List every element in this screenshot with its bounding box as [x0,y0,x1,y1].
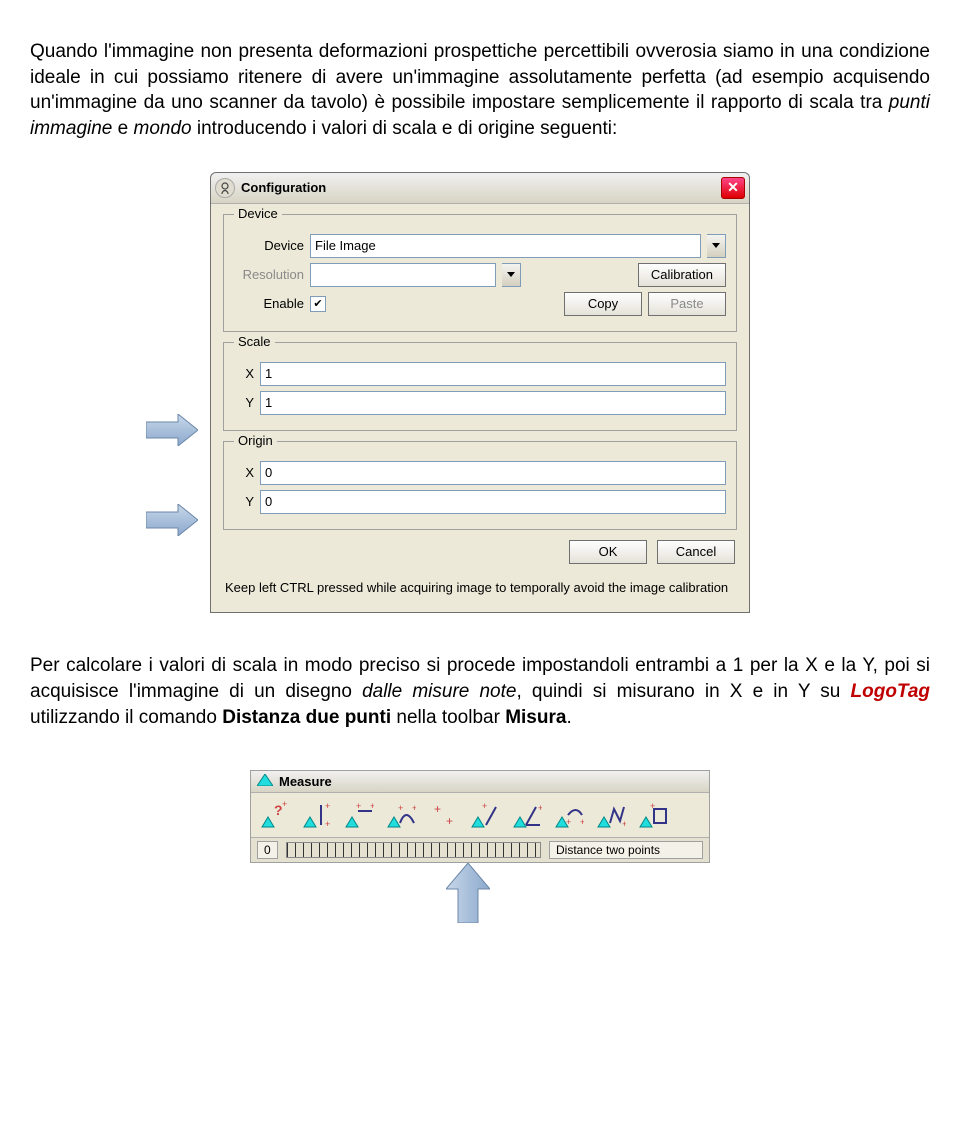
measure-horizontal-icon[interactable]: ++ [339,797,379,833]
logotag-text: LogoTag [851,681,931,702]
svg-text:+: + [325,819,330,829]
distance-two-points-icon[interactable]: ++ [423,797,463,833]
scale-y-label: Y [234,395,254,410]
status-zero: 0 [257,841,278,859]
enable-label: Enable [234,296,304,311]
toolbar-icons-row: ?+ ++ ++ ++ ++ + + ++ + + [251,793,709,838]
dialog-help-text: Keep left CTRL pressed while acquiring i… [211,570,749,613]
measure-arc-icon[interactable]: ++ [549,797,589,833]
ok-button[interactable]: OK [569,540,647,564]
chevron-down-icon [507,272,515,277]
measure-toolbar-container: Measure ?+ ++ ++ ++ ++ + + ++ + + 0 Dist… [250,770,710,863]
status-ruler [286,842,541,858]
device-fieldset: Device Device Resolution Calibration Ena… [223,214,737,332]
measure-title-icon [257,774,273,789]
origin-x-label: X [234,465,254,480]
scale-x-label: X [234,366,254,381]
p2-t2: , quindi si misurano in X e in Y su [516,681,850,702]
para1-italic2: mondo [134,118,192,139]
svg-text:+: + [482,801,487,811]
device-dropdown-button[interactable] [707,234,726,258]
svg-text:+: + [325,801,330,811]
instruction-paragraph: Per calcolare i valori di scala in modo … [30,653,930,730]
measure-vertical-icon[interactable]: ++ [297,797,337,833]
calibration-button[interactable]: Calibration [638,263,726,287]
pointer-arrow-toolbar [446,863,490,923]
dialog-button-row: OK Cancel [211,540,749,570]
p2-t4: nella toolbar [391,707,505,728]
chevron-down-icon [712,243,720,248]
status-label: Distance two points [549,841,703,859]
svg-text:+: + [412,803,416,813]
pointer-arrow-scale [146,414,198,446]
svg-text:+: + [356,801,361,811]
device-legend: Device [234,206,282,221]
svg-text:+: + [398,803,403,813]
origin-y-input[interactable] [260,490,726,514]
para1-text: Quando l'immagine non presenta deformazi… [30,41,930,113]
resolution-field [310,263,496,287]
paste-button: Paste [648,292,726,316]
dialog-icon [215,178,235,198]
origin-fieldset: Origin X Y [223,441,737,530]
para1-text3: introducendo i valori di scala e di orig… [192,118,618,139]
dialog-titlebar[interactable]: Configuration ✕ [211,173,749,204]
svg-text:+: + [282,801,287,809]
dialog-title: Configuration [241,180,721,195]
p2-b1: Distanza due punti [222,707,391,728]
scale-legend: Scale [234,334,275,349]
svg-text:+: + [538,803,542,813]
pointer-arrow-origin [146,504,198,536]
measure-area-icon[interactable]: + [633,797,673,833]
toolbar-titlebar[interactable]: Measure [251,771,709,793]
origin-x-input[interactable] [260,461,726,485]
device-select[interactable] [310,234,701,258]
toolbar-status-bar: 0 Distance two points [251,838,709,862]
measure-point-line-icon[interactable]: + [465,797,505,833]
measure-path-icon[interactable]: + [591,797,631,833]
p2-b2: Misura [505,707,566,728]
measure-help-icon[interactable]: ?+ [255,797,295,833]
svg-text:+: + [580,817,584,827]
para1-text2: e [112,118,133,139]
p2-t5: . [566,707,571,728]
scale-x-input[interactable] [260,362,726,386]
p2-i1: dalle misure note [362,681,516,702]
intro-paragraph: Quando l'immagine non presenta deformazi… [30,39,930,142]
device-label: Device [234,238,304,253]
configuration-dialog: Configuration ✕ Device Device Resolution… [210,172,750,614]
svg-text:+: + [370,801,374,811]
copy-button[interactable]: Copy [564,292,642,316]
toolbar-title: Measure [279,774,332,789]
svg-text:+: + [446,814,453,828]
origin-y-label: Y [234,494,254,509]
svg-text:+: + [622,819,626,829]
resolution-label: Resolution [234,267,304,282]
check-icon: ✔ [313,297,322,310]
measure-toolbar: Measure ?+ ++ ++ ++ ++ + + ++ + + 0 Dist… [250,770,710,863]
svg-text:+: + [434,802,441,816]
origin-legend: Origin [234,433,277,448]
svg-text:+: + [566,817,571,827]
measure-angle-icon[interactable]: + [507,797,547,833]
p2-t3: utilizzando il comando [30,707,222,728]
configuration-dialog-container: Configuration ✕ Device Device Resolution… [210,172,750,614]
scale-fieldset: Scale X Y [223,342,737,431]
resolution-dropdown-button [502,263,521,287]
measure-diagonal-icon[interactable]: ++ [381,797,421,833]
svg-text:+: + [650,801,655,811]
scale-y-input[interactable] [260,391,726,415]
close-button[interactable]: ✕ [721,177,745,199]
cancel-button[interactable]: Cancel [657,540,735,564]
enable-checkbox[interactable]: ✔ [310,296,326,312]
